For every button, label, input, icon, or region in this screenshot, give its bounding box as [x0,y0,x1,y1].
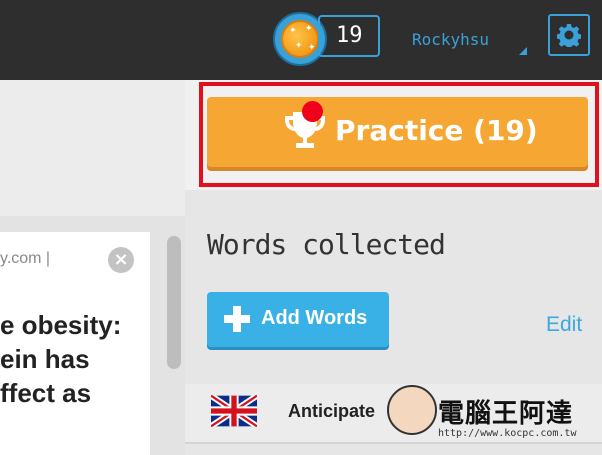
headline-line-3: ffect as [0,378,92,408]
divider [185,442,602,444]
username-menu[interactable]: Rockyhsu [412,30,489,49]
highlight-box [199,82,599,187]
article-source[interactable]: y.com | [0,250,50,268]
dropdown-caret-icon[interactable] [519,47,527,55]
coin-face: ✦ ✦ ✦ ✦ [281,20,319,58]
word-text: Anticipate [288,401,376,421]
watermark-avatar [387,385,437,435]
coin-count: 19 [318,15,380,57]
headline-line-1: e obesity: [0,310,122,340]
watermark-brand: 電腦王阿達 [438,399,574,429]
edit-link[interactable]: Edit [546,313,582,337]
gear-icon [557,24,581,47]
scrollbar-thumb[interactable] [167,236,181,369]
headline-line-2: ein has [0,344,90,374]
uk-flag-icon [211,395,257,427]
plus-icon [224,306,250,332]
settings-button[interactable] [548,14,590,56]
close-icon[interactable]: × [108,247,134,273]
watermark-url: http://www.kocpc.com.tw [438,428,577,439]
article-header-area [0,80,185,216]
add-words-label: Add Words [261,307,368,329]
words-collected-title: Words collected [207,228,446,261]
